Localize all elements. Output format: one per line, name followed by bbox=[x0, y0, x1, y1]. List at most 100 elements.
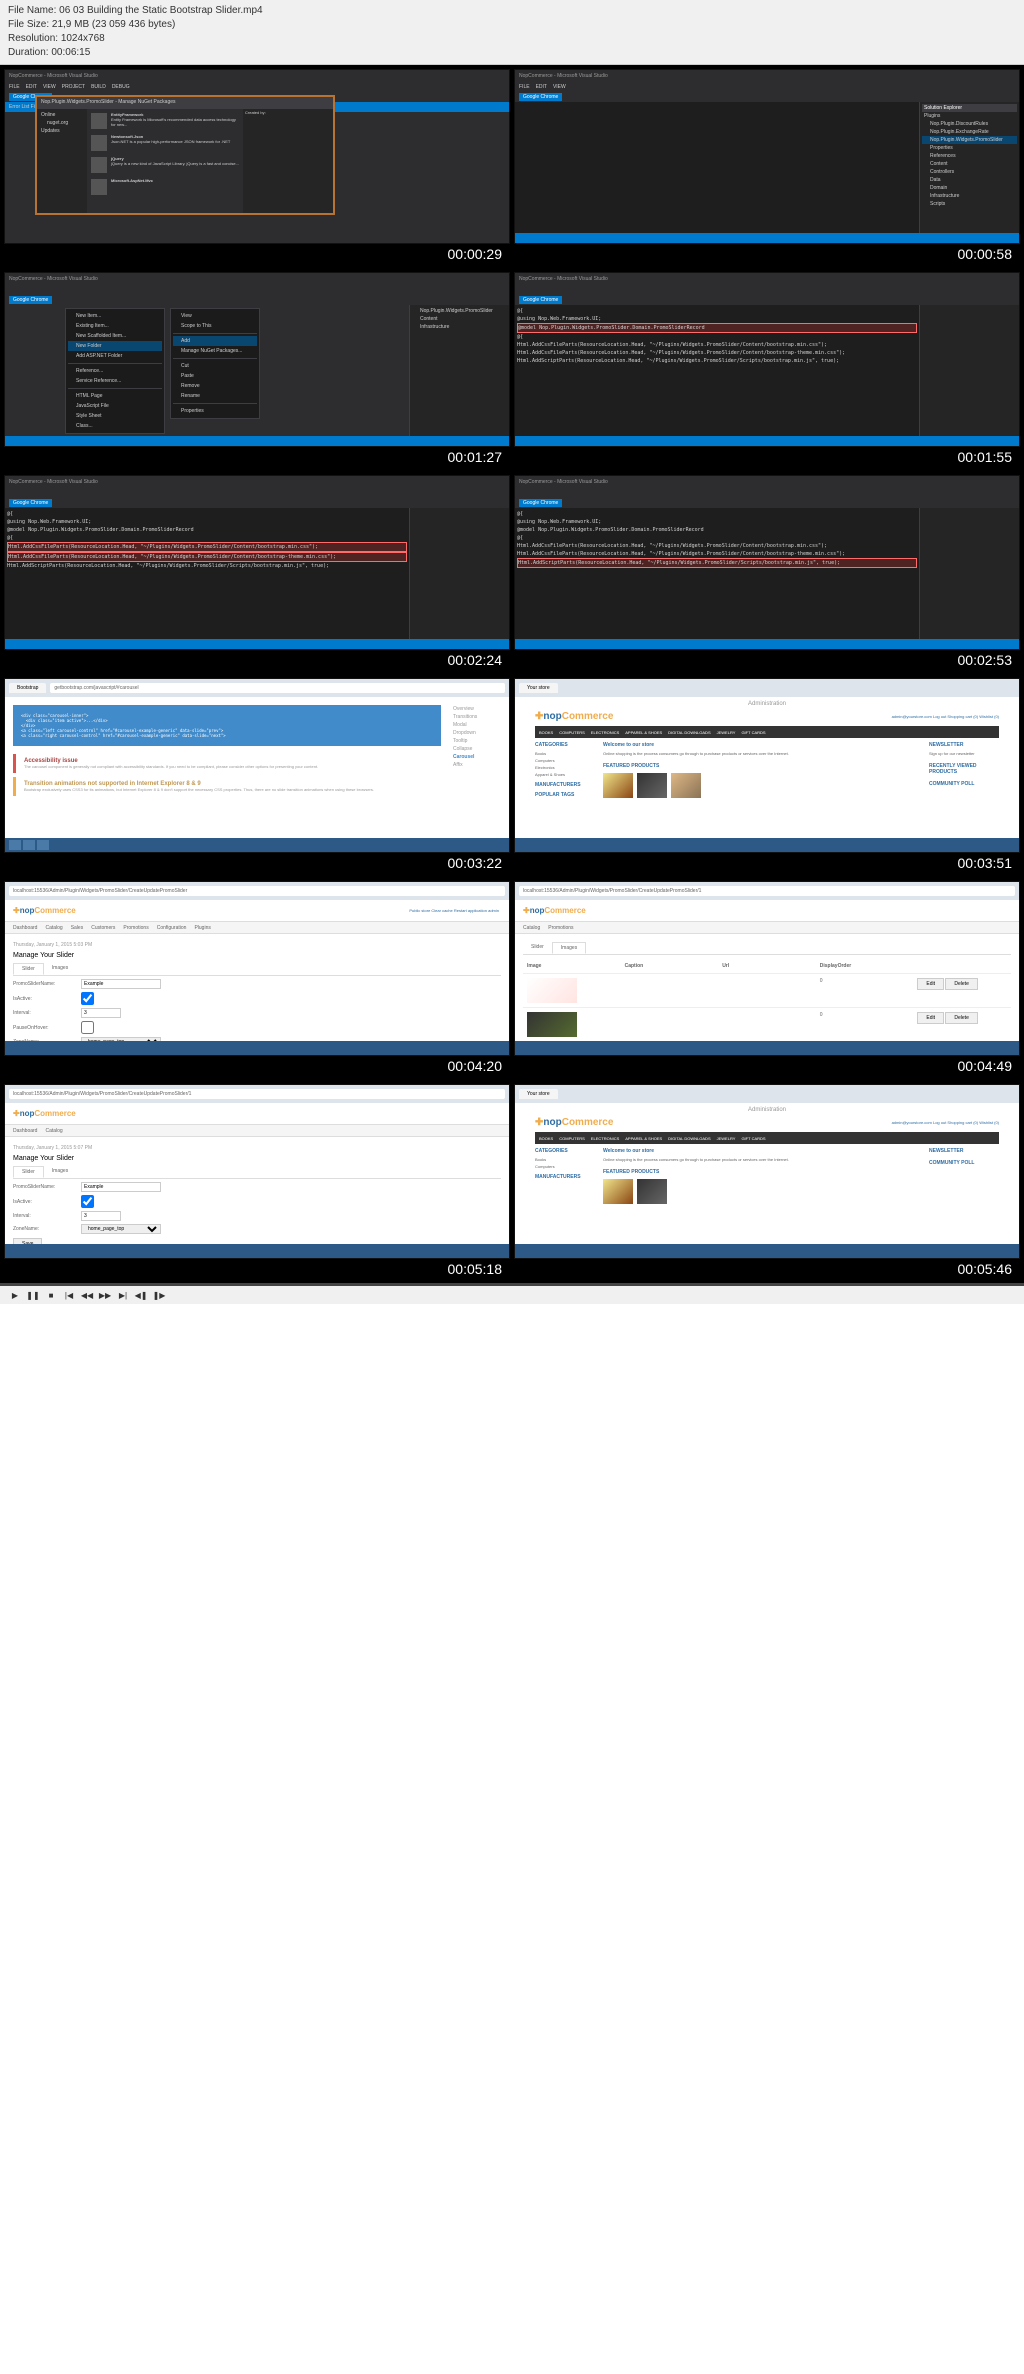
nop-logo[interactable]: ✚nopCommerce bbox=[535, 1117, 613, 1128]
nav-item[interactable]: ELECTRONICS bbox=[591, 730, 619, 735]
play-button[interactable]: ▶ bbox=[8, 1288, 22, 1302]
stop-button[interactable]: ■ bbox=[44, 1288, 58, 1302]
nuget-source[interactable]: nuget.org bbox=[39, 119, 85, 127]
nop-logo[interactable]: ✚nopCommerce bbox=[535, 711, 613, 722]
menu-promotions[interactable]: Promotions bbox=[123, 925, 148, 931]
menu-sales[interactable]: Sales bbox=[71, 925, 84, 931]
sidebar-link[interactable]: Transitions bbox=[453, 713, 505, 721]
sidebar-link[interactable]: Dropdown bbox=[453, 729, 505, 737]
thumbnail-12[interactable]: Your store Administration ✚nopCommerce a… bbox=[514, 1084, 1020, 1283]
code-editor[interactable]: @{ @using Nop.Web.Framework.UI; @model N… bbox=[515, 305, 919, 436]
menu-new-folder[interactable]: New Folder bbox=[68, 341, 162, 351]
thumbnail-9[interactable]: localhost:15536/Admin/Plugin/Widgets/Pro… bbox=[4, 881, 510, 1080]
step-fwd-button[interactable]: ❚▶ bbox=[152, 1288, 166, 1302]
product-card[interactable] bbox=[603, 773, 633, 798]
tab-images[interactable]: Images bbox=[44, 963, 76, 975]
menu-config[interactable]: Configuration bbox=[157, 925, 187, 931]
vs-run-button[interactable]: Google Chrome bbox=[519, 499, 562, 507]
vs-menu-project[interactable]: PROJECT bbox=[62, 84, 85, 90]
thumbnail-1[interactable]: NopCommerce - Microsoft Visual Studio FI… bbox=[4, 69, 510, 268]
nav-item[interactable]: JEWELRY bbox=[717, 1136, 736, 1141]
nav-item[interactable]: JEWELRY bbox=[717, 730, 736, 735]
menu-plugins[interactable]: Plugins bbox=[194, 925, 210, 931]
thumbnail-6[interactable]: NopCommerce - Microsoft Visual Studio Go… bbox=[514, 475, 1020, 674]
admin-links[interactable]: Public store Clear cache Restart applica… bbox=[407, 906, 501, 915]
pause-checkbox[interactable] bbox=[81, 1021, 94, 1034]
tree-item[interactable]: Nop.Plugin.Widgets.PromoSlider bbox=[412, 307, 507, 315]
browser-tab[interactable]: Bootstrap bbox=[9, 683, 46, 693]
nav-item[interactable]: DIGITAL DOWNLOADS bbox=[668, 730, 710, 735]
address-bar[interactable]: localhost:15536/Admin/Plugin/Widgets/Pro… bbox=[9, 886, 505, 896]
menu-aspnet-folder[interactable]: Add ASP.NET Folder bbox=[68, 351, 162, 361]
nuget-package-ef[interactable]: EntityFrameworkEntity Framework is Micro… bbox=[89, 111, 241, 131]
header-links[interactable]: admin@yourstore.com Log out Shopping car… bbox=[892, 714, 999, 719]
category-link[interactable]: Books bbox=[535, 1156, 595, 1163]
menu-properties[interactable]: Properties bbox=[173, 406, 257, 416]
vs-run-button[interactable]: Google Chrome bbox=[519, 296, 562, 304]
category-link[interactable]: Books bbox=[535, 750, 595, 757]
nav-item[interactable]: GIFT CARDS bbox=[741, 1136, 765, 1141]
menu-reference[interactable]: Reference... bbox=[68, 366, 162, 376]
tab-slider[interactable]: Slider bbox=[13, 963, 44, 975]
vs-run-button[interactable]: Google Chrome bbox=[9, 499, 52, 507]
nuget-tab-updates[interactable]: Updates bbox=[39, 127, 85, 135]
solution-explorer[interactable]: Solution Explorer Plugins Nop.Plugin.Dis… bbox=[919, 102, 1019, 233]
code-editor[interactable]: @{ @using Nop.Web.Framework.UI; @model N… bbox=[515, 508, 919, 639]
step-back-button[interactable]: ◀❚ bbox=[134, 1288, 148, 1302]
menu-class[interactable]: Class... bbox=[68, 421, 162, 431]
thumbnail-2[interactable]: NopCommerce - Microsoft Visual Studio FI… bbox=[514, 69, 1020, 268]
menu-css[interactable]: Style Sheet bbox=[68, 411, 162, 421]
seek-bar[interactable] bbox=[0, 1283, 1024, 1286]
tree-item[interactable]: Domain bbox=[922, 184, 1017, 192]
tree-item[interactable]: References bbox=[922, 152, 1017, 160]
menu-js[interactable]: JavaScript File bbox=[68, 401, 162, 411]
nuget-package-mvc[interactable]: Microsoft.AspNet.Mvc bbox=[89, 177, 241, 197]
menu-new-item[interactable]: New Item... bbox=[68, 311, 162, 321]
menu-service-ref[interactable]: Service Reference... bbox=[68, 376, 162, 386]
nop-logo[interactable]: ✚nopCommerce bbox=[523, 906, 586, 915]
name-input[interactable] bbox=[81, 979, 161, 989]
tree-item[interactable]: Properties bbox=[922, 144, 1017, 152]
vs-menu-build[interactable]: BUILD bbox=[91, 84, 106, 90]
tree-item[interactable]: Data bbox=[922, 176, 1017, 184]
vs-run-button[interactable]: Google Chrome bbox=[9, 296, 52, 304]
nav-item[interactable]: BOOKS bbox=[539, 730, 553, 735]
zone-select[interactable]: home_page_top bbox=[81, 1224, 161, 1234]
nuget-package-jquery[interactable]: jQueryjQuery is a new kind of JavaScript… bbox=[89, 155, 241, 175]
nav-item[interactable]: COMPUTERS bbox=[559, 730, 585, 735]
sidebar-link-active[interactable]: Carousel bbox=[453, 753, 505, 761]
vs-menu-edit[interactable]: EDIT bbox=[536, 84, 547, 90]
tree-item[interactable]: Controllers bbox=[922, 168, 1017, 176]
thumbnail-5[interactable]: NopCommerce - Microsoft Visual Studio Go… bbox=[4, 475, 510, 674]
tree-item-selected[interactable]: Nop.Plugin.Widgets.PromoSlider bbox=[922, 136, 1017, 144]
vs-menu-view[interactable]: VIEW bbox=[43, 84, 56, 90]
category-link[interactable]: Computers bbox=[535, 757, 595, 764]
windows-taskbar[interactable] bbox=[515, 1041, 1019, 1055]
tab-slider[interactable]: Slider bbox=[523, 942, 552, 954]
category-link[interactable]: Computers bbox=[535, 1163, 595, 1170]
nav-item[interactable]: GIFT CARDS bbox=[741, 730, 765, 735]
nav-item[interactable]: BOOKS bbox=[539, 1136, 553, 1141]
sidebar-link[interactable]: Modal bbox=[453, 721, 505, 729]
tree-item[interactable]: Content bbox=[412, 315, 507, 323]
active-checkbox[interactable] bbox=[81, 1195, 94, 1208]
interval-input[interactable] bbox=[81, 1211, 121, 1221]
thumbnail-10[interactable]: localhost:15536/Admin/Plugin/Widgets/Pro… bbox=[514, 881, 1020, 1080]
tree-item[interactable]: Nop.Plugin.DiscountRules bbox=[922, 120, 1017, 128]
nav-item[interactable]: COMPUTERS bbox=[559, 1136, 585, 1141]
address-bar[interactable]: localhost:15536/Admin/Plugin/Widgets/Pro… bbox=[519, 886, 1015, 896]
category-link[interactable]: Electronics bbox=[535, 764, 595, 771]
thumbnail-3[interactable]: NopCommerce - Microsoft Visual Studio Go… bbox=[4, 272, 510, 471]
windows-taskbar[interactable] bbox=[515, 838, 1019, 852]
taskbar-icon[interactable] bbox=[37, 840, 49, 850]
vs-run-button[interactable]: Google Chrome bbox=[519, 93, 562, 101]
menu-scaffold[interactable]: New Scaffolded Item... bbox=[68, 331, 162, 341]
menu-rename[interactable]: Rename bbox=[173, 391, 257, 401]
tree-item[interactable]: Content bbox=[922, 160, 1017, 168]
menu-promotions[interactable]: Promotions bbox=[548, 925, 573, 931]
edit-button[interactable]: Edit bbox=[917, 1012, 944, 1024]
menu-cut[interactable]: Cut bbox=[173, 361, 257, 371]
vs-menu-view[interactable]: VIEW bbox=[553, 84, 566, 90]
sidebar-link[interactable]: Overview bbox=[453, 705, 505, 713]
product-card[interactable] bbox=[603, 1179, 633, 1204]
